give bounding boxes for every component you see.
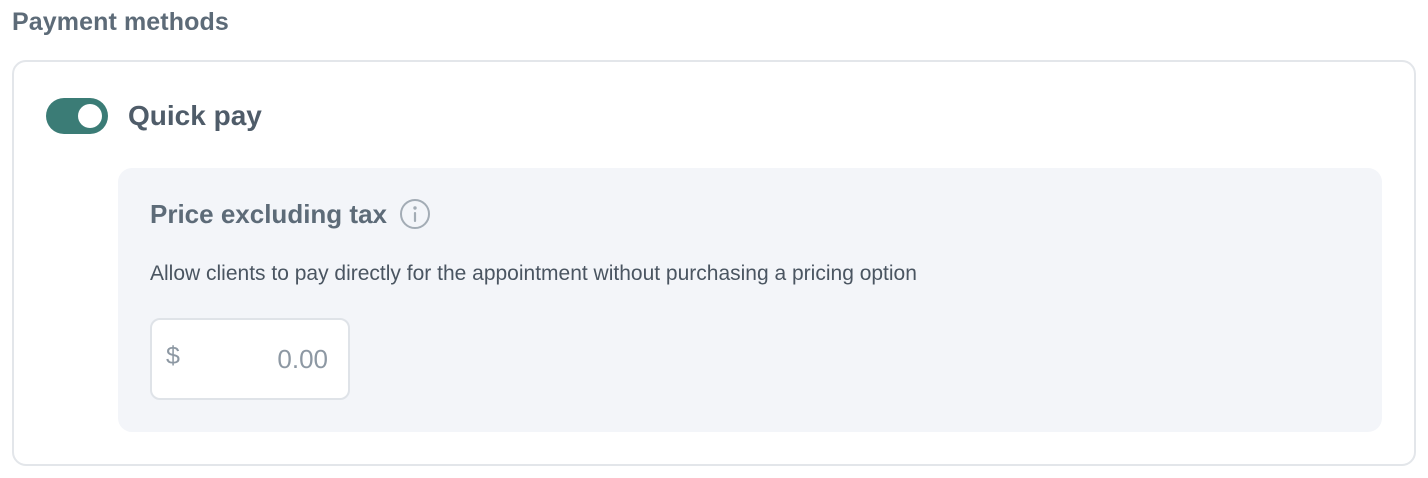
price-input[interactable] — [208, 340, 328, 378]
section-title: Payment methods — [12, 8, 229, 36]
toggle-knob — [78, 104, 102, 128]
quick-pay-description: Allow clients to pay directly for the ap… — [150, 262, 917, 285]
quick-pay-toggle[interactable] — [46, 98, 108, 134]
info-icon[interactable] — [399, 198, 431, 230]
payment-methods-card: Quick pay Price excluding tax Allow clie… — [12, 60, 1416, 466]
currency-symbol: $ — [166, 342, 180, 370]
price-title: Price excluding tax — [150, 198, 387, 229]
quick-pay-settings-panel: Price excluding tax Allow clients to pay… — [118, 168, 1382, 432]
quick-pay-label: Quick pay — [128, 100, 262, 131]
price-heading: Price excluding tax — [150, 198, 431, 230]
price-field[interactable]: $ — [150, 318, 350, 400]
